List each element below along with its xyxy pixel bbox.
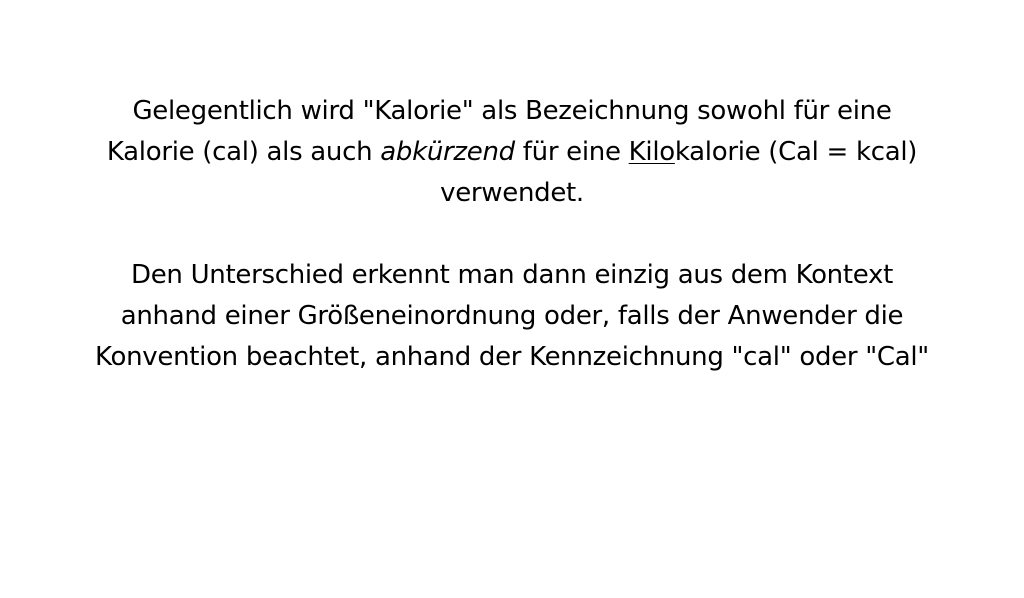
paragraph1-line2: Kalorie (cal) als auch abkürzend für ein…: [40, 132, 984, 173]
paragraph1-line2-text-b: für eine: [514, 137, 629, 167]
paragraph2-line3: Konvention beachtet, anhand der Kennzeic…: [95, 342, 929, 372]
slide-canvas: Gelegentlich wird "Kalorie" als Bezeichn…: [0, 0, 1024, 598]
paragraph2-line1: Den Unterschied erkennt man dann einzig …: [131, 260, 893, 290]
paragraph-calorie-definition: Gelegentlich wird "Kalorie" als Bezeichn…: [40, 91, 984, 214]
paragraph2-line2: anhand einer Größeneinordnung oder, fall…: [120, 301, 904, 331]
paragraph1-line3: verwendet.: [440, 178, 584, 208]
underlined-prefix: Kilo: [628, 137, 676, 167]
italic-word: abkürzend: [380, 137, 515, 167]
paragraph1-line1: Gelegentlich wird "Kalorie" als Bezeichn…: [132, 96, 892, 126]
paragraph1-line2-text-c: kalorie (Cal = kcal): [674, 137, 918, 167]
paragraph1-line2-text-a: Kalorie (cal) als auch: [106, 137, 381, 167]
paragraph-context-distinction: Den Unterschied erkennt man dann einzig …: [40, 255, 984, 378]
